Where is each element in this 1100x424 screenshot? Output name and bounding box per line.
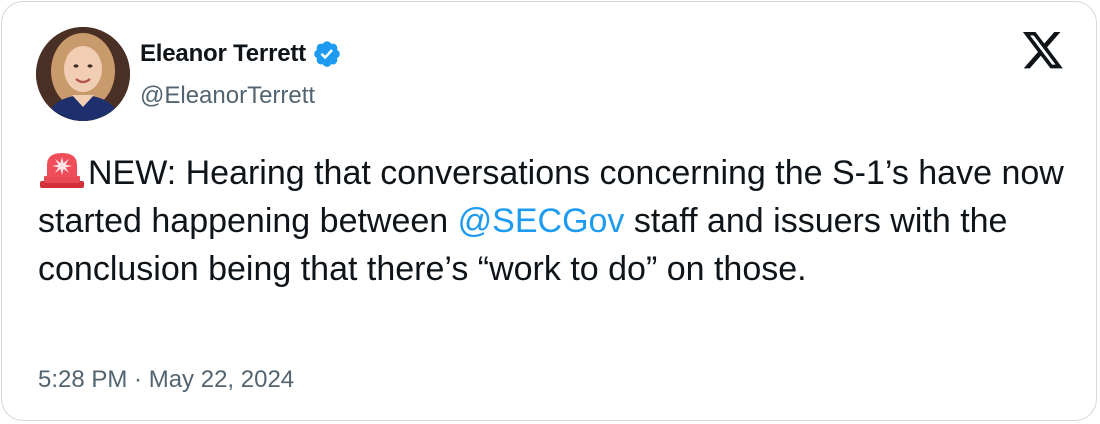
- author-name-row[interactable]: Eleanor Terrett: [140, 38, 342, 70]
- profile-photo: [36, 27, 130, 121]
- mention-link[interactable]: @SECGov: [458, 202, 625, 240]
- x-logo-icon[interactable]: [1021, 32, 1065, 72]
- author-handle[interactable]: @EleanorTerrett: [140, 82, 315, 110]
- tweet-card[interactable]: Eleanor Terrett @EleanorTerrett NEW: Hea…: [1, 1, 1097, 421]
- tweet-timestamp[interactable]: 5:28 PM · May 22, 2024: [38, 366, 294, 394]
- tweet-text: NEW: Hearing that conversations concerni…: [38, 149, 1068, 293]
- avatar[interactable]: [36, 27, 130, 121]
- author-name[interactable]: Eleanor Terrett: [140, 40, 306, 68]
- rotating-light-icon: [38, 151, 86, 189]
- verified-badge-icon: [312, 39, 342, 69]
